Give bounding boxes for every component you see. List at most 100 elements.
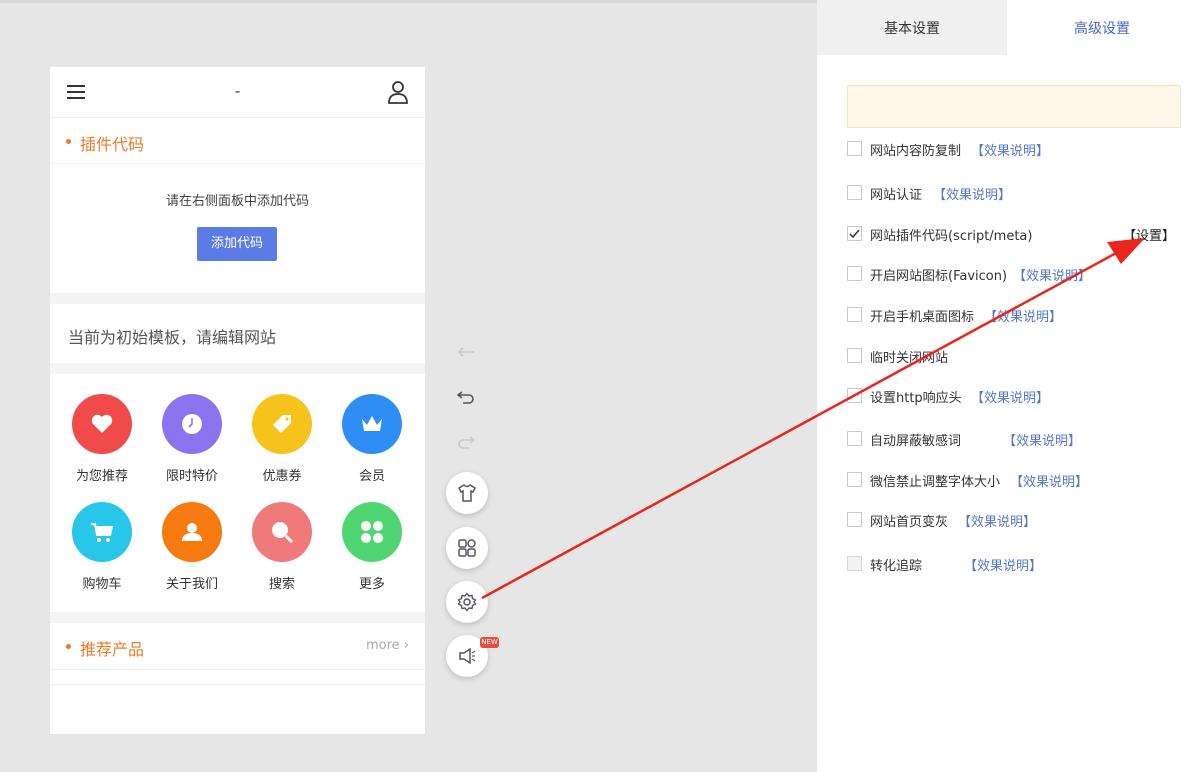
grid-circle <box>72 394 132 454</box>
option-label: 网站插件代码(script/meta) <box>870 229 1033 244</box>
option-label: 网站内容防复制 <box>870 144 962 159</box>
effect-link[interactable]: 【效果说明】 <box>1010 471 1088 490</box>
checkbox[interactable] <box>847 431 862 446</box>
grid-circle <box>162 394 222 454</box>
title-dot <box>66 644 71 649</box>
more-link[interactable]: more › <box>366 638 409 653</box>
settings-link[interactable]: 【设置】 <box>1123 225 1175 244</box>
heart-icon <box>91 414 113 433</box>
checkbox[interactable] <box>847 556 862 571</box>
section-gap <box>50 293 425 304</box>
option-label: 网站认证 <box>870 188 923 203</box>
grid-label: 更多 <box>358 577 385 592</box>
checkbox[interactable] <box>847 472 862 487</box>
option-gray-home: 网站首页变灰 【效果说明】 <box>847 510 1187 530</box>
product-row <box>50 670 425 685</box>
grid-item-flash-sale[interactable]: 限时特价 <box>147 394 237 484</box>
template-note-text: 当前为初始模板，请编辑网站 <box>68 328 277 347</box>
phone-preview: - 插件代码 请在右侧面板中添加代码 添加代码 当前为初始模板，请编辑网站 为您… <box>50 67 425 734</box>
grid-icon <box>458 539 476 557</box>
option-plugin-code: 网站插件代码(script/meta) 【设置】 <box>847 224 1187 244</box>
checkbox[interactable] <box>847 512 862 527</box>
grid-label: 购物车 <box>82 577 122 592</box>
checkbox[interactable] <box>847 307 862 322</box>
effect-link[interactable]: 【效果说明】 <box>933 184 1011 203</box>
user-icon[interactable] <box>387 80 409 104</box>
undo-icon[interactable] <box>457 390 475 404</box>
grid-item-coupon[interactable]: 优惠券 <box>237 394 327 484</box>
grid-item-recommend[interactable]: 为您推荐 <box>57 394 147 484</box>
checkbox[interactable] <box>847 266 862 281</box>
check-icon <box>849 229 860 239</box>
cart-icon <box>91 523 114 542</box>
theme-button[interactable] <box>446 472 488 514</box>
grid-circle <box>252 502 312 562</box>
option-desktop-icon: 开启手机桌面图标 【效果说明】 <box>847 305 1187 325</box>
new-badge: NEW <box>480 637 499 648</box>
search-icon <box>272 522 294 544</box>
effect-link[interactable]: 【效果说明】 <box>1003 430 1081 449</box>
redo-icon[interactable] <box>457 435 475 449</box>
crown-icon <box>362 416 382 431</box>
grid-item-member[interactable]: 会员 <box>327 394 417 484</box>
gear-icon <box>457 592 477 612</box>
settings-tabs: 基本设置 高级设置 <box>817 0 1197 55</box>
more-grid-icon <box>361 521 383 543</box>
modules-button[interactable] <box>446 527 488 569</box>
tab-basic-settings[interactable]: 基本设置 <box>817 0 1007 55</box>
grid-label: 限时特价 <box>165 469 218 484</box>
tab-advanced-settings[interactable]: 高级设置 <box>1007 0 1197 55</box>
option-label: 临时关闭网站 <box>870 351 949 366</box>
checkbox[interactable] <box>847 226 862 241</box>
option-label: 网站首页变灰 <box>870 515 949 530</box>
template-note: 当前为初始模板，请编辑网站 <box>50 304 425 363</box>
option-label: 开启手机桌面图标 <box>870 310 975 325</box>
settings-panel: 基本设置 高级设置 网站内容防复制 【效果说明】 网站认证 【效果说明】 网站插… <box>817 0 1197 772</box>
grid-label: 会员 <box>358 469 385 484</box>
add-code-button[interactable]: 添加代码 <box>197 227 277 261</box>
effect-link[interactable]: 【效果说明】 <box>984 306 1062 325</box>
plugin-section-body: 请在右侧面板中添加代码 添加代码 <box>50 164 425 293</box>
phone-title: - <box>234 82 241 100</box>
effect-link[interactable]: 【效果说明】 <box>1013 265 1091 284</box>
checkbox[interactable] <box>847 185 862 200</box>
option-conversion-tracking: 转化追踪 【效果说明】 <box>847 554 1187 574</box>
grid-item-cart[interactable]: 购物车 <box>57 502 147 592</box>
people-icon <box>182 523 202 541</box>
grid-item-about[interactable]: 关于我们 <box>147 502 237 592</box>
option-label: 自动屏蔽敏感词 <box>870 434 962 449</box>
notice-box <box>847 85 1181 128</box>
option-sensitive-words: 自动屏蔽敏感词 【效果说明】 <box>847 429 1187 449</box>
checkbox[interactable] <box>847 141 862 156</box>
checkbox[interactable] <box>847 348 862 363</box>
grid-circle <box>342 502 402 562</box>
shirt-icon <box>458 484 476 502</box>
option-close-site: 临时关闭网站 <box>847 346 1187 366</box>
speaker-icon <box>459 647 476 665</box>
option-http-header: 设置http响应头 【效果说明】 <box>847 386 1187 406</box>
section-gap <box>50 363 425 374</box>
grid-item-more[interactable]: 更多 <box>327 502 417 592</box>
plugin-hint: 请在右侧面板中添加代码 <box>165 194 309 209</box>
effect-link[interactable]: 【效果说明】 <box>958 511 1036 530</box>
settings-button[interactable] <box>446 581 488 623</box>
tag-icon <box>273 415 291 433</box>
grid-circle <box>72 502 132 562</box>
option-anti-copy: 网站内容防复制 【效果说明】 <box>847 139 1187 159</box>
grid-item-search[interactable]: 搜索 <box>237 502 327 592</box>
title-dot <box>66 139 71 144</box>
back-arrow-icon[interactable] <box>457 345 475 359</box>
effect-link[interactable]: 【效果说明】 <box>971 387 1049 406</box>
checkbox[interactable] <box>847 388 862 403</box>
option-label: 开启网站图标(Favicon) <box>870 269 1008 284</box>
grid-label: 关于我们 <box>165 577 218 592</box>
products-section-title: 推荐产品 <box>80 640 145 659</box>
section-gap <box>50 612 425 623</box>
grid-circle <box>162 502 222 562</box>
effect-link[interactable]: 【效果说明】 <box>964 555 1042 574</box>
option-label: 转化追踪 <box>870 559 923 574</box>
more-link-text: more <box>365 638 400 653</box>
option-favicon: 开启网站图标(Favicon) 【效果说明】 <box>847 264 1187 284</box>
effect-link[interactable]: 【效果说明】 <box>971 140 1049 159</box>
grid-circle <box>252 394 312 454</box>
